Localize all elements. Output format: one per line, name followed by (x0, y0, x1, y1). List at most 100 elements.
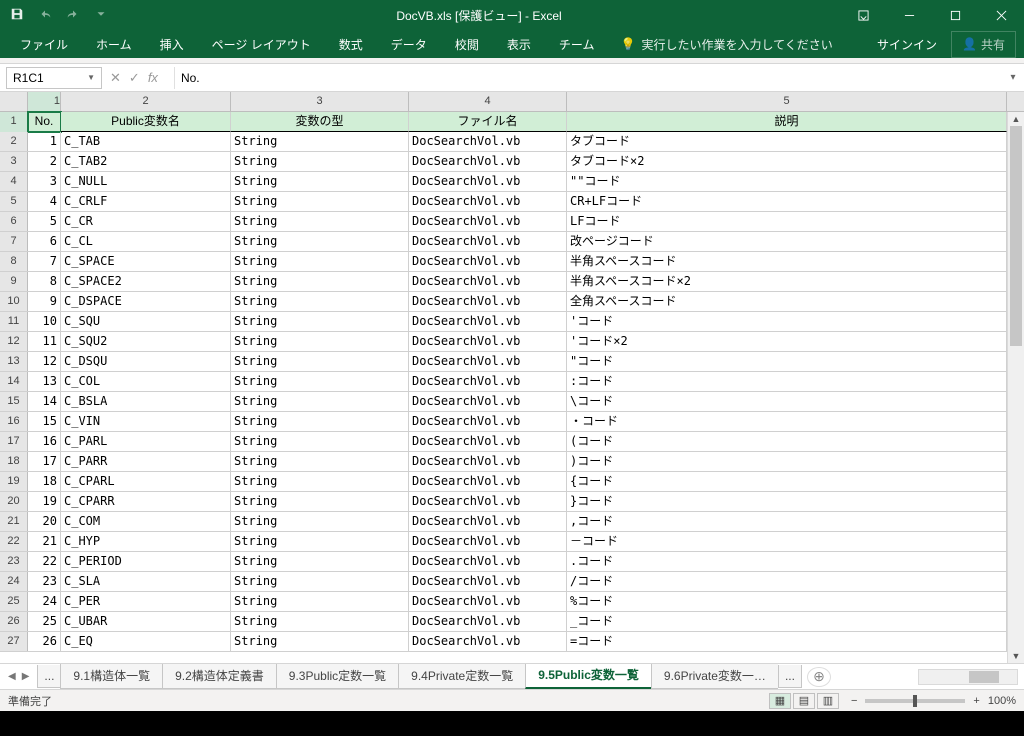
row-header[interactable]: 5 (0, 192, 28, 211)
cell-no[interactable]: 1 (28, 132, 61, 151)
cell-desc[interactable]: "コード (567, 352, 1007, 371)
cell-desc[interactable]: ""コード (567, 172, 1007, 191)
cell-varname[interactable]: C_SPACE2 (61, 272, 231, 291)
cell-varname[interactable]: C_SQU (61, 312, 231, 331)
cell-desc[interactable]: 全角スペースコード (567, 292, 1007, 311)
cell-no[interactable]: 15 (28, 412, 61, 431)
cell-no[interactable]: 9 (28, 292, 61, 311)
tab-review[interactable]: 校閲 (443, 31, 491, 58)
cell-no[interactable]: 23 (28, 572, 61, 591)
cell-file[interactable]: DocSearchVol.vb (409, 172, 567, 191)
sheet-tab[interactable]: 9.6Private変数一… (651, 664, 778, 689)
zoom-control[interactable]: − + 100% (851, 695, 1016, 707)
cell-desc[interactable]: CR+LFコード (567, 192, 1007, 211)
tab-team[interactable]: チーム (547, 31, 607, 58)
cell-varname[interactable]: C_BSLA (61, 392, 231, 411)
cell-desc[interactable]: )コード (567, 452, 1007, 471)
cell-file[interactable]: DocSearchVol.vb (409, 332, 567, 351)
cell-file[interactable]: DocSearchVol.vb (409, 432, 567, 451)
cell-desc[interactable]: 'コード×2 (567, 332, 1007, 351)
tab-insert[interactable]: 挿入 (148, 31, 196, 58)
sheet-tab[interactable]: 9.2構造体定義書 (162, 664, 277, 689)
cell-file[interactable]: DocSearchVol.vb (409, 452, 567, 471)
cell-type[interactable]: String (231, 612, 409, 631)
scroll-down-icon[interactable]: ▼ (1008, 649, 1024, 663)
cell-no[interactable]: 25 (28, 612, 61, 631)
row-header[interactable]: 1 (0, 112, 28, 132)
cell-file[interactable]: DocSearchVol.vb (409, 232, 567, 251)
scroll-thumb[interactable] (969, 671, 999, 683)
cell-desc[interactable]: _コード (567, 612, 1007, 631)
cell-type[interactable]: String (231, 332, 409, 351)
header-cell[interactable]: Public変数名 (61, 112, 231, 132)
col-header[interactable]: 4 (409, 92, 567, 111)
cell-no[interactable]: 13 (28, 372, 61, 391)
row-header[interactable]: 4 (0, 172, 28, 191)
horizontal-scrollbar[interactable] (918, 669, 1018, 685)
cell-type[interactable]: String (231, 412, 409, 431)
row-header[interactable]: 7 (0, 232, 28, 251)
scroll-up-icon[interactable]: ▲ (1008, 112, 1024, 126)
cell-varname[interactable]: C_CRLF (61, 192, 231, 211)
cell-no[interactable]: 5 (28, 212, 61, 231)
cell-desc[interactable]: =コード (567, 632, 1007, 651)
row-header[interactable]: 23 (0, 552, 28, 571)
cell-no[interactable]: 2 (28, 152, 61, 171)
cell-varname[interactable]: C_COL (61, 372, 231, 391)
sheet-tab[interactable]: 9.4Private定数一覧 (398, 664, 526, 689)
tab-data[interactable]: データ (379, 31, 439, 58)
cell-desc[interactable]: 'コード (567, 312, 1007, 331)
cell-file[interactable]: DocSearchVol.vb (409, 272, 567, 291)
scroll-thumb[interactable] (1010, 126, 1022, 346)
row-header[interactable]: 6 (0, 212, 28, 231)
cell-varname[interactable]: C_TAB (61, 132, 231, 151)
cell-desc[interactable]: タブコード (567, 132, 1007, 151)
cancel-icon[interactable]: ✕ (110, 70, 121, 86)
tab-view[interactable]: 表示 (495, 31, 543, 58)
row-header[interactable]: 18 (0, 452, 28, 471)
cell-type[interactable]: String (231, 272, 409, 291)
cell-file[interactable]: DocSearchVol.vb (409, 132, 567, 151)
col-header[interactable]: 3 (231, 92, 409, 111)
cell-no[interactable]: 10 (28, 312, 61, 331)
row-header[interactable]: 11 (0, 312, 28, 331)
name-box-dropdown-icon[interactable]: ▼ (87, 73, 95, 82)
cell-no[interactable]: 21 (28, 532, 61, 551)
sheet-nav-prev-icon[interactable]: ◀ (8, 671, 16, 682)
cell-type[interactable]: String (231, 632, 409, 651)
cell-no[interactable]: 19 (28, 492, 61, 511)
cell-file[interactable]: DocSearchVol.vb (409, 532, 567, 551)
sheet-tab[interactable]: 9.3Public定数一覧 (276, 664, 399, 689)
cell-no[interactable]: 11 (28, 332, 61, 351)
sheet-tab-ellipsis[interactable]: ... (37, 665, 61, 688)
cell-type[interactable]: String (231, 452, 409, 471)
cell-desc[interactable]: }コード (567, 492, 1007, 511)
cell-type[interactable]: String (231, 572, 409, 591)
cell-type[interactable]: String (231, 172, 409, 191)
header-cell[interactable]: No. (28, 112, 61, 132)
row-header[interactable]: 2 (0, 132, 28, 151)
cell-file[interactable]: DocSearchVol.vb (409, 492, 567, 511)
view-pagebreak-icon[interactable]: ▥ (817, 693, 839, 709)
cell-desc[interactable]: 半角スペースコード×2 (567, 272, 1007, 291)
row-header[interactable]: 14 (0, 372, 28, 391)
zoom-slider[interactable] (865, 699, 965, 703)
cell-varname[interactable]: C_COM (61, 512, 231, 531)
cell-file[interactable]: DocSearchVol.vb (409, 552, 567, 571)
tell-me[interactable]: 💡 実行したい作業を入力してください (620, 36, 832, 53)
row-header[interactable]: 22 (0, 532, 28, 551)
cell-file[interactable]: DocSearchVol.vb (409, 612, 567, 631)
tab-formulas[interactable]: 数式 (327, 31, 375, 58)
qat-more-icon[interactable] (94, 7, 108, 24)
cell-varname[interactable]: C_EQ (61, 632, 231, 651)
sheet-tab-ellipsis[interactable]: ... (778, 665, 802, 688)
cell-desc[interactable]: LFコード (567, 212, 1007, 231)
cell-no[interactable]: 24 (28, 592, 61, 611)
row-header[interactable]: 27 (0, 632, 28, 651)
cell-file[interactable]: DocSearchVol.vb (409, 392, 567, 411)
ribbon-options-icon[interactable] (840, 0, 886, 30)
cell-file[interactable]: DocSearchVol.vb (409, 152, 567, 171)
tab-pagelayout[interactable]: ページ レイアウト (200, 31, 323, 58)
view-normal-icon[interactable]: ▦ (769, 693, 791, 709)
cell-desc[interactable]: ,コード (567, 512, 1007, 531)
